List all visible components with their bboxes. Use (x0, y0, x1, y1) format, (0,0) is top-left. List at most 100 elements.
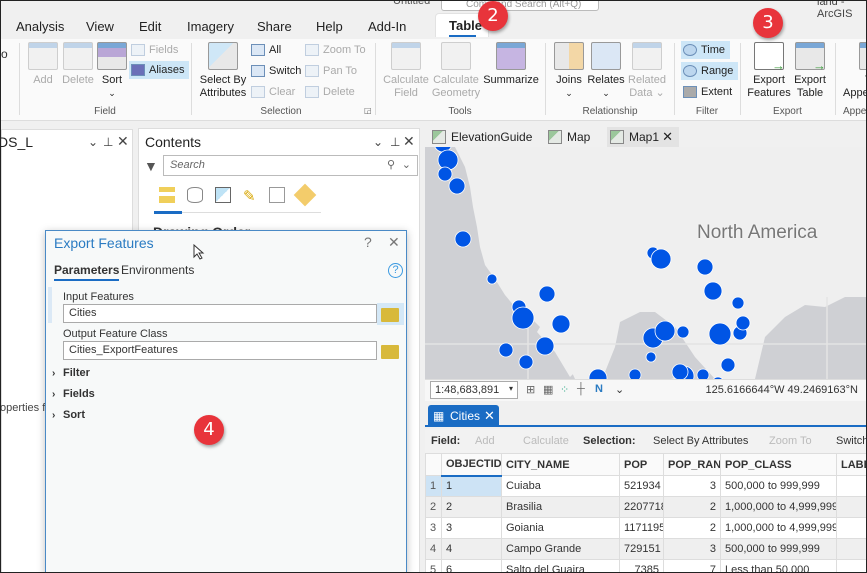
cell-pop-class[interactable]: 500,000 to 999,999 (720, 475, 837, 497)
cell-objectid[interactable]: 6 (441, 559, 502, 572)
filter-icon[interactable]: ▼ (144, 158, 158, 174)
cell-pop-rank[interactable]: 2 (663, 517, 721, 539)
cell-objectid[interactable]: 2 (441, 496, 502, 518)
field-delete-button[interactable]: Delete (61, 42, 95, 87)
cell-objectid[interactable]: 1 (441, 475, 502, 497)
column-header-objectid[interactable]: OBJECTID * (441, 453, 502, 477)
cell-pop[interactable]: 729151 (619, 538, 664, 560)
north-arrow-icon[interactable]: N (595, 383, 603, 395)
tab-parameters[interactable]: Parameters (54, 263, 120, 281)
close-tab-icon[interactable]: ✕ (484, 408, 495, 424)
delete-selected-button[interactable]: Delete (303, 83, 355, 101)
export-features-button[interactable]: → Export Features (747, 42, 791, 100)
cell-pop-class[interactable]: 1,000,000 to 4,999,999 (720, 517, 837, 539)
related-data-button[interactable]: Related Data ⌄ (627, 42, 667, 100)
output-feature-class-field[interactable]: Cities_ExportFeatures (63, 341, 377, 360)
chevron-down-icon[interactable]: ⌄ (615, 383, 624, 396)
cell-label[interactable] (836, 559, 866, 572)
range-filter-button[interactable]: Range (681, 62, 739, 80)
close-icon[interactable]: ✕ (403, 133, 415, 150)
cell-pop-rank[interactable]: 3 (663, 538, 721, 560)
contents-search-input[interactable]: Search ⚲ ⌄ (163, 155, 418, 176)
select-by-attributes-button[interactable]: Select By Attributes (653, 435, 748, 447)
tab-map1[interactable]: Map1 ✕ (607, 127, 679, 147)
map-canvas[interactable]: North America (425, 147, 866, 379)
label-tag-icon[interactable] (293, 183, 317, 207)
time-filter-button[interactable]: Time (681, 41, 731, 59)
summarize-button[interactable]: Summarize (483, 42, 539, 87)
selection-icon[interactable] (215, 187, 231, 203)
cell-city-name[interactable]: Campo Grande (501, 538, 620, 560)
tab-map[interactable]: Map (545, 127, 601, 147)
column-header-city-name[interactable]: CITY_NAME (501, 453, 620, 476)
cell-label[interactable] (836, 475, 866, 497)
select-by-attributes-button[interactable]: Select By Attributes (199, 42, 247, 100)
column-header-pop[interactable]: POP (619, 453, 664, 476)
row-selector-header[interactable] (425, 453, 442, 476)
cell-objectid[interactable]: 4 (441, 538, 502, 560)
menu-share[interactable]: Share (257, 19, 292, 34)
calculate-geometry-button[interactable]: Calculate Geometry (431, 42, 481, 100)
close-icon[interactable]: ✕ (117, 133, 129, 150)
drawing-order-icon[interactable] (159, 187, 175, 203)
row-number[interactable]: 5 (425, 559, 442, 572)
cell-city-name[interactable]: Salto del Guaira (501, 559, 620, 572)
field-calculate-button[interactable]: Calculate (523, 435, 569, 447)
switch-selection-button[interactable]: Switch (249, 62, 301, 80)
row-number[interactable]: 2 (425, 496, 442, 518)
input-features-field[interactable]: Cities (63, 304, 377, 323)
section-filter[interactable]: › Filter (52, 367, 90, 379)
aliases-button[interactable]: Aliases (129, 61, 190, 79)
cell-label[interactable] (836, 538, 866, 560)
cell-pop-class[interactable]: 1,000,000 to 4,999,999 (720, 496, 837, 518)
pane-options-icon[interactable]: ⌄ (88, 135, 98, 149)
cell-city-name[interactable]: Cuiaba (501, 475, 620, 497)
pin-icon[interactable]: ⊥ (103, 135, 113, 149)
field-add-button[interactable]: Add (27, 42, 59, 87)
crosshair-icon[interactable]: ┼ (577, 383, 585, 395)
cell-pop[interactable]: 1171195 (619, 517, 664, 539)
folder-icon[interactable] (381, 308, 399, 322)
data-source-icon[interactable] (187, 187, 203, 203)
cell-pop-rank[interactable]: 7 (663, 559, 721, 572)
command-search-input[interactable]: Command Search (Alt+Q) (441, 1, 599, 11)
relates-button[interactable]: Relates ⌄ (587, 42, 625, 100)
select-all-button[interactable]: All (249, 41, 281, 59)
pan-to-button[interactable]: Pan To (303, 62, 357, 80)
pencil-icon[interactable]: ✎ (243, 187, 259, 205)
menu-analysis[interactable]: Analysis (16, 19, 64, 34)
cell-pop[interactable]: 7385 (619, 559, 664, 572)
table-row[interactable]: 1 1 Cuiaba 521934 3 500,000 to 999,999 (425, 475, 866, 497)
menu-add-in[interactable]: Add-In (368, 19, 406, 34)
extent-filter-button[interactable]: Extent (681, 83, 732, 101)
calculate-field-button[interactable]: Calculate Field (381, 42, 431, 100)
dialog-help-button[interactable]: ? (364, 234, 372, 250)
section-sort[interactable]: › Sort (52, 409, 85, 421)
snapping-icon[interactable]: ⁘ (560, 383, 569, 396)
row-number[interactable]: 3 (425, 517, 442, 539)
cell-objectid[interactable]: 3 (441, 517, 502, 539)
table-row[interactable]: 2 2 Brasilia 2207718 2 1,000,000 to 4,999,999 (425, 496, 866, 518)
menu-imagery[interactable]: Imagery (187, 19, 234, 34)
pane-options-icon[interactable]: ⌄ (373, 135, 383, 149)
switch-selection-button[interactable]: Switch (836, 435, 866, 447)
dialog-close-icon[interactable]: ✕ (388, 234, 400, 251)
cell-label[interactable] (836, 496, 866, 518)
cell-label[interactable] (836, 517, 866, 539)
cell-pop[interactable]: 521934 (619, 475, 664, 497)
sort-button[interactable]: Sort ⌄ (97, 42, 127, 100)
search-icon[interactable]: ⚲ (387, 158, 395, 171)
cell-pop-class[interactable]: Less than 50,000 (720, 559, 837, 572)
cell-city-name[interactable]: Goiania (501, 517, 620, 539)
cell-pop[interactable]: 2207718 (619, 496, 664, 518)
column-header-pop-rank[interactable]: POP_RANK (663, 453, 721, 476)
cell-city-name[interactable]: Brasilia (501, 496, 620, 518)
section-fields[interactable]: › Fields (52, 388, 95, 400)
tab-environments[interactable]: Environments (121, 263, 194, 277)
tab-elevationguide[interactable]: ElevationGuide (429, 127, 539, 147)
grid-add-icon[interactable]: ⊞ (526, 383, 535, 396)
column-header-label[interactable]: LABEL (836, 453, 866, 476)
snapping-icon[interactable] (269, 187, 285, 203)
close-tab-icon[interactable]: ✕ (662, 129, 673, 145)
field-add-button[interactable]: Add (475, 435, 495, 447)
